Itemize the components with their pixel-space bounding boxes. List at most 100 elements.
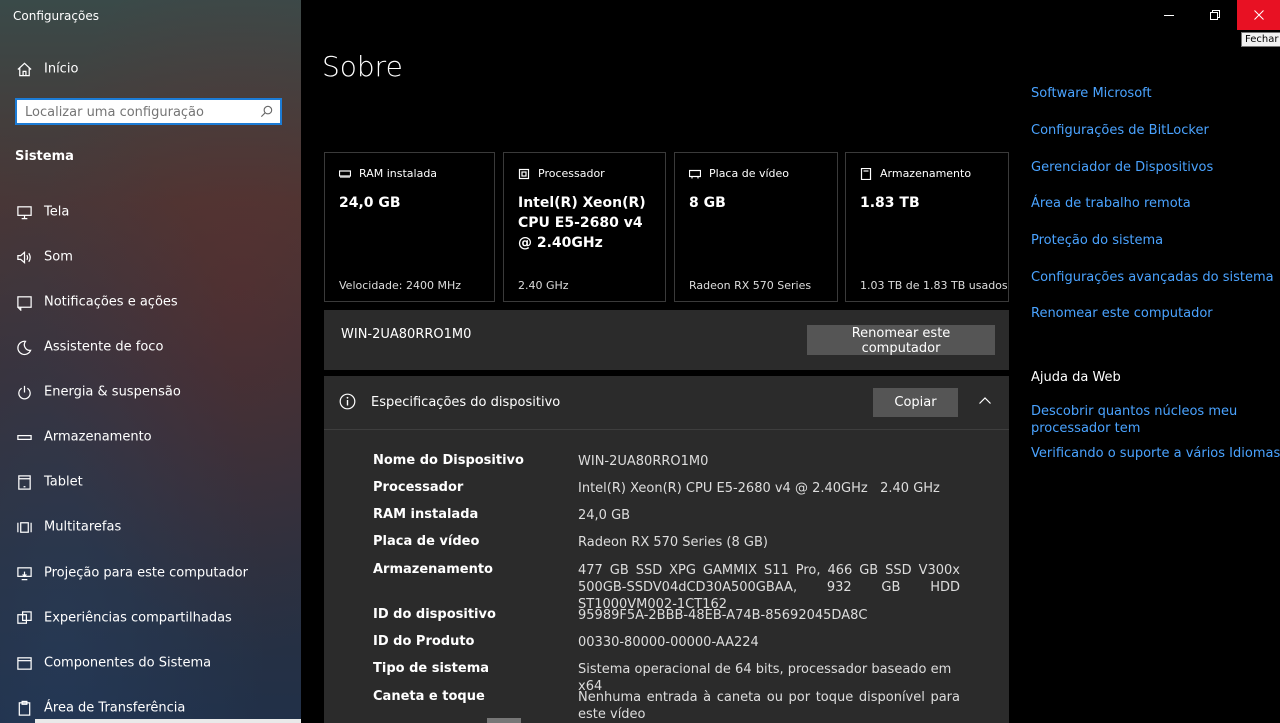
notification-icon	[15, 293, 33, 311]
computer-name: WIN-2UA80RRO1M0	[341, 327, 472, 342]
spec-value: Radeon RX 570 Series (8 GB)	[578, 535, 768, 550]
gpu-card: Placa de vídeo 8 GB Radeon RX 570 Series	[674, 152, 838, 302]
search-box[interactable]	[15, 98, 282, 125]
spec-value: 24,0 GB	[578, 508, 631, 523]
card-value: Intel(R) Xeon(R) CPU E5-2680 v4 @ 2.40GH…	[518, 195, 646, 251]
link-bitlocker[interactable]: Configurações de BitLocker	[1031, 123, 1209, 138]
monitor-icon	[15, 203, 33, 221]
web-help-title: Ajuda da Web	[1031, 370, 1121, 385]
sidebar-item-label: Projeção para este computador	[44, 565, 248, 581]
card-value: 8 GB	[689, 195, 726, 211]
sidebar-item-notificacoes[interactable]: Notificações e ações	[0, 287, 301, 317]
storage-icon	[15, 428, 33, 446]
horizontal-scrollbar[interactable]	[487, 718, 521, 723]
search-input[interactable]	[25, 102, 255, 122]
rename-computer-button[interactable]: Renomear este computador	[807, 325, 995, 356]
sidebar-item-multitarefas[interactable]: Multitarefas	[0, 512, 301, 542]
sidebar-item-projecao[interactable]: Projeção para este computador	[0, 558, 301, 588]
copy-button[interactable]: Copiar	[873, 388, 958, 417]
spec-key: RAM instalada	[373, 507, 479, 522]
spec-key: Tipo de sistema	[373, 661, 490, 676]
link-language-support[interactable]: Verificando o suporte a vários Idiomas	[1031, 446, 1280, 461]
link-rename-computer[interactable]: Renomear este computador	[1031, 306, 1213, 321]
shared-icon	[15, 609, 33, 627]
spec-key: ID do dispositivo	[373, 607, 496, 622]
storage-icon	[860, 167, 872, 180]
link-cores-help[interactable]: Descobrir quantos núcleos meu processado…	[1031, 403, 1241, 437]
link-remote-desktop[interactable]: Área de trabalho remota	[1031, 196, 1191, 211]
spec-key: Caneta e toque	[373, 689, 485, 704]
sidebar-item-experiencias[interactable]: Experiências compartilhadas	[0, 603, 301, 633]
card-header: Armazenamento	[860, 167, 971, 180]
card-header: Placa de vídeo	[689, 167, 789, 180]
spec-value: Intel(R) Xeon(R) CPU E5-2680 v4 @ 2.40GH…	[578, 481, 940, 496]
sidebar-item-foco[interactable]: Assistente de foco	[0, 332, 301, 362]
projection-icon	[15, 564, 33, 582]
sidebar-item-som[interactable]: Som	[0, 242, 301, 272]
search-icon[interactable]	[259, 104, 274, 119]
close-button[interactable]	[1237, 0, 1280, 30]
restore-icon	[1210, 10, 1220, 20]
card-title: Placa de vídeo	[709, 167, 790, 180]
sidebar-item-label: Multitarefas	[44, 519, 122, 535]
card-footer: Velocidade: 2400 MHz	[339, 279, 462, 292]
close-tooltip: Fechar	[1241, 32, 1280, 47]
spec-value: WIN-2UA80RRO1M0	[578, 454, 709, 469]
sidebar: Configurações Início Sistema Tela Som No…	[0, 0, 301, 723]
multitask-icon	[15, 518, 33, 536]
sidebar-item-label: Experiências compartilhadas	[44, 610, 232, 626]
nav-home-label: Início	[44, 61, 79, 77]
ram-icon	[339, 169, 351, 178]
sidebar-item-label: Tablet	[44, 474, 83, 490]
sidebar-item-armazenamento[interactable]: Armazenamento	[0, 422, 301, 452]
link-advanced-settings[interactable]: Configurações avançadas do sistema	[1031, 270, 1274, 285]
chevron-up-icon[interactable]	[978, 394, 992, 408]
info-icon	[339, 393, 356, 410]
link-device-manager[interactable]: Gerenciador de Dispositivos	[1031, 160, 1213, 175]
sidebar-item-label: Assistente de foco	[44, 339, 164, 355]
spec-key: ID do Produto	[373, 634, 475, 649]
card-title: RAM instalada	[359, 167, 438, 180]
card-header: RAM instalada	[339, 167, 437, 180]
moon-icon	[15, 338, 33, 356]
nav-home[interactable]: Início	[0, 56, 301, 82]
spec-key: Placa de vídeo	[373, 534, 480, 549]
card-header: Processador	[518, 167, 605, 180]
cpu-icon	[518, 168, 530, 179]
sidebar-item-label: Tela	[44, 204, 70, 220]
speaker-icon	[15, 248, 33, 266]
power-icon	[15, 383, 33, 401]
page-title: Sobre	[322, 50, 403, 83]
sidebar-item-label: Energia & suspensão	[44, 384, 181, 400]
card-footer: Radeon RX 570 Series	[689, 279, 812, 292]
spec-key: Nome do Dispositivo	[373, 453, 524, 468]
spec-value: Nenhuma entrada à caneta ou por toque di…	[578, 690, 960, 722]
card-value: 24,0 GB	[339, 195, 401, 211]
link-system-protection[interactable]: Proteção do sistema	[1031, 233, 1163, 248]
device-specs-header[interactable]: Especificações do dispositivo Copiar	[324, 376, 1009, 430]
components-icon	[15, 654, 33, 672]
spec-value: 477 GB SSD XPG GAMMIX S11 Pro, 466 GB SS…	[578, 563, 960, 612]
processor-card: Processador Intel(R) Xeon(R) CPU E5-2680…	[503, 152, 666, 302]
sidebar-item-tablet[interactable]: Tablet	[0, 467, 301, 497]
card-title: Processador	[538, 167, 605, 180]
link-software-microsoft[interactable]: Software Microsoft	[1031, 86, 1152, 101]
card-title: Armazenamento	[880, 167, 972, 180]
device-specs-title: Especificações do dispositivo	[371, 395, 561, 410]
sidebar-item-label: Armazenamento	[44, 429, 152, 445]
close-icon	[1253, 10, 1264, 20]
device-specs-panel: Especificações do dispositivo Copiar Nom…	[324, 376, 1009, 723]
sidebar-item-tela[interactable]: Tela	[0, 197, 301, 227]
sidebar-item-componentes[interactable]: Componentes do Sistema	[0, 648, 301, 678]
minimize-button[interactable]	[1146, 0, 1192, 30]
card-footer: 2.40 GHz	[518, 279, 569, 292]
minimize-icon	[1164, 15, 1174, 16]
spec-value: 00330-80000-00000-AA224	[578, 635, 759, 650]
section-title: Sistema	[15, 149, 74, 164]
sidebar-item-label: Área de Transferência	[44, 700, 186, 716]
ram-card: RAM instalada 24,0 GB Velocidade: 2400 M…	[324, 152, 495, 302]
sidebar-item-energia[interactable]: Energia & suspensão	[0, 377, 301, 407]
sidebar-scroll-edge	[35, 719, 301, 723]
card-footer: 1.03 TB de 1.83 TB usados	[860, 279, 1008, 292]
restore-button[interactable]	[1192, 0, 1238, 30]
